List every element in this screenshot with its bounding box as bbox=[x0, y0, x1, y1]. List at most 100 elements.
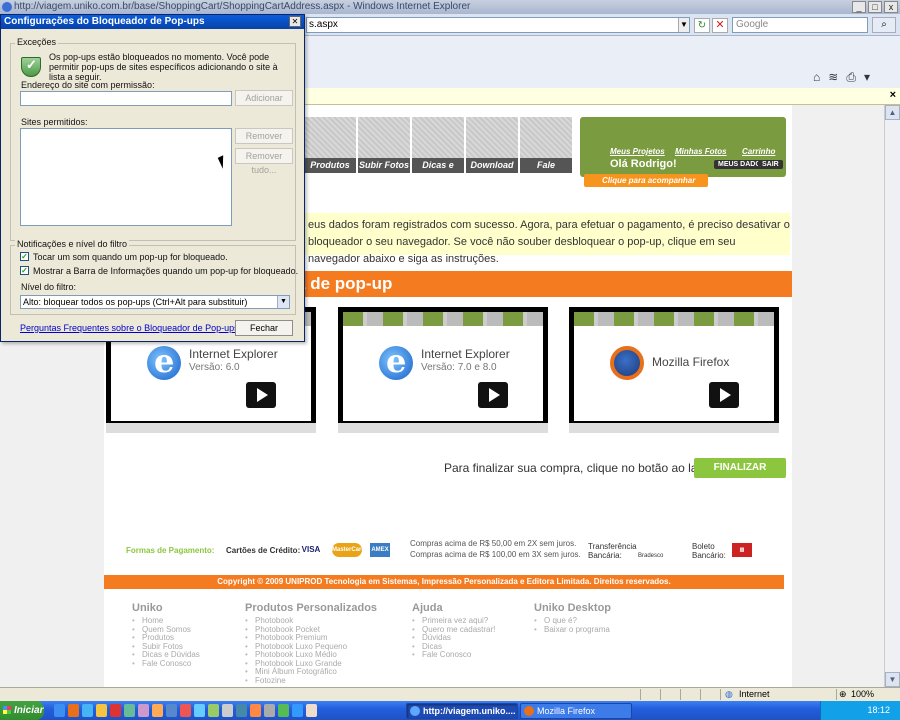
nav-produtos[interactable]: Produtos bbox=[304, 117, 356, 173]
allowed-sites-list[interactable] bbox=[20, 128, 232, 226]
quicklaunch-app-icon[interactable] bbox=[306, 704, 317, 717]
video-site-header bbox=[574, 312, 774, 326]
quicklaunch-messenger-icon[interactable] bbox=[82, 704, 93, 717]
scroll-up-icon[interactable]: ▲ bbox=[885, 105, 900, 120]
footer-heading: Uniko Desktop bbox=[534, 602, 612, 614]
footer-heading: Ajuda bbox=[412, 602, 443, 614]
taskbar: Iniciar http://viagem.uniko.... Mozilla … bbox=[0, 701, 900, 720]
refresh-icon[interactable]: ↻ bbox=[694, 18, 710, 33]
quicklaunch-app-icon[interactable] bbox=[180, 704, 191, 717]
quicklaunch-app-icon[interactable] bbox=[124, 704, 135, 717]
footer-link[interactable]: Fotozine bbox=[245, 676, 377, 686]
quicklaunch-app-icon[interactable] bbox=[236, 704, 247, 717]
remove-button[interactable]: Remover bbox=[235, 128, 293, 144]
home-icon[interactable]: ⌂ bbox=[813, 70, 820, 85]
command-icons: ⌂ ≋ ⎙ ▾ bbox=[813, 70, 870, 85]
quicklaunch-app-icon[interactable] bbox=[222, 704, 233, 717]
close-window-button[interactable]: x bbox=[884, 1, 898, 13]
sound-checkbox[interactable]: ✓ bbox=[20, 252, 29, 261]
quicklaunch-app-icon[interactable] bbox=[264, 704, 275, 717]
start-button[interactable]: Iniciar bbox=[0, 701, 44, 720]
footer-link[interactable]: Fale Conosco bbox=[132, 659, 200, 669]
follow-order-link[interactable]: Clique para acompanhar seu pedido bbox=[584, 174, 708, 198]
quicklaunch-app-icon[interactable] bbox=[208, 704, 219, 717]
video-firefox[interactable]: Mozilla Firefox bbox=[569, 307, 779, 433]
video-title: Internet Explorer bbox=[421, 347, 510, 361]
play-icon[interactable] bbox=[478, 382, 508, 408]
video-screen: Internet Explorer Versão: 7.0 e 8.0 bbox=[343, 312, 543, 421]
zoom-icon: ⊕ bbox=[839, 689, 847, 699]
filter-level-select[interactable]: Alto: bloquear todos os pop-ups (Ctrl+Al… bbox=[20, 295, 290, 309]
nav-label: Produtos bbox=[304, 158, 356, 173]
dialog-close-icon[interactable]: ✕ bbox=[289, 16, 301, 27]
infobar-close-icon[interactable]: × bbox=[890, 89, 896, 101]
quicklaunch-app-icon[interactable] bbox=[250, 704, 261, 717]
status-bar: ◍ Internet ⊕ 100% bbox=[0, 687, 900, 701]
nav-dicas[interactable]: Dicas e Dúvidas bbox=[412, 117, 464, 185]
quicklaunch-app-icon[interactable] bbox=[152, 704, 163, 717]
sound-checkbox-label: Tocar um som quando um pop-up for bloque… bbox=[33, 252, 228, 262]
stop-icon[interactable]: ✕ bbox=[712, 18, 728, 33]
feeds-icon[interactable]: ≋ bbox=[828, 70, 838, 85]
search-icon[interactable]: ⌕ bbox=[872, 17, 896, 33]
zoom-value: 100% bbox=[851, 689, 875, 699]
taskbar-item-firefox[interactable]: Mozilla Firefox bbox=[520, 703, 632, 719]
url-dropdown-icon[interactable]: ▼ bbox=[678, 18, 689, 32]
cart-link[interactable]: Carrinho bbox=[742, 147, 775, 156]
footer-column-ajuda: Ajuda Primeira vez aqui? Quero me cadast… bbox=[412, 602, 495, 660]
quicklaunch-app-icon[interactable] bbox=[166, 704, 177, 717]
video-version: Versão: 6.0 bbox=[189, 362, 240, 373]
quicklaunch-app-icon[interactable] bbox=[194, 704, 205, 717]
success-message: eus dados foram registrados com sucesso.… bbox=[304, 213, 790, 265]
quicklaunch-ie-icon[interactable] bbox=[54, 704, 65, 717]
video-controls[interactable] bbox=[569, 423, 779, 433]
add-button[interactable]: Adicionar bbox=[235, 90, 293, 106]
vertical-scrollbar[interactable]: ▲ ▼ bbox=[884, 105, 900, 687]
footer-link[interactable]: Fale Conosco bbox=[412, 650, 495, 660]
quicklaunch-firefox-icon[interactable] bbox=[68, 704, 79, 717]
quicklaunch-acrobat-icon[interactable] bbox=[110, 704, 121, 717]
footer-link[interactable]: Baixar o programa bbox=[534, 625, 611, 635]
chevron-down-icon[interactable]: ▼ bbox=[277, 296, 289, 308]
print-icon[interactable]: ⎙ bbox=[846, 70, 856, 85]
url-input[interactable]: s.aspx bbox=[306, 17, 690, 33]
quicklaunch-app-icon[interactable] bbox=[278, 704, 289, 717]
boleto-icon: ▥ bbox=[732, 543, 752, 557]
site-address-input[interactable] bbox=[20, 91, 232, 106]
filter-level-label: Nível do filtro: bbox=[21, 282, 77, 292]
filter-level-value: Alto: bloquear todos os pop-ups (Ctrl+Al… bbox=[23, 297, 248, 307]
video-ie7[interactable]: Internet Explorer Versão: 7.0 e 8.0 bbox=[338, 307, 548, 433]
close-button[interactable]: Fechar bbox=[235, 320, 293, 336]
firefox-icon bbox=[610, 346, 644, 380]
logout-button[interactable]: SAIR bbox=[758, 160, 783, 169]
zoom-control[interactable]: ⊕ 100% bbox=[836, 689, 886, 700]
play-icon[interactable] bbox=[709, 382, 739, 408]
notifications-group-label: Notificações e nível do filtro bbox=[15, 239, 130, 249]
nav-label: Dicas e Dúvidas bbox=[412, 158, 464, 185]
video-controls[interactable] bbox=[106, 423, 316, 433]
nav-subir-fotos[interactable]: Subir Fotos bbox=[358, 117, 410, 173]
maximize-button[interactable]: □ bbox=[868, 1, 882, 13]
scroll-down-icon[interactable]: ▼ bbox=[885, 672, 900, 687]
page-menu-icon[interactable]: ▾ bbox=[864, 70, 870, 85]
remove-all-button[interactable]: Remover tudo... bbox=[235, 148, 293, 175]
taskbar-item-ie[interactable]: http://viagem.uniko.... bbox=[406, 703, 518, 719]
my-projects-link[interactable]: Meus Projetos bbox=[610, 147, 665, 156]
nav-fale-conosco[interactable]: Fale Conosco bbox=[520, 117, 572, 185]
mastercard-icon: MasterCard bbox=[332, 543, 365, 557]
my-photos-link[interactable]: Minhas Fotos bbox=[675, 147, 727, 156]
amex-icon: AMEX bbox=[370, 543, 390, 557]
search-input[interactable]: Google bbox=[732, 17, 868, 33]
minimize-button[interactable]: _ bbox=[852, 1, 866, 13]
infobar-checkbox-label: Mostrar a Barra de Informações quando um… bbox=[33, 266, 299, 276]
video-controls[interactable] bbox=[338, 423, 548, 433]
status-segment bbox=[640, 689, 656, 700]
play-icon[interactable] bbox=[246, 382, 276, 408]
quicklaunch-app-icon[interactable] bbox=[138, 704, 149, 717]
infobar-checkbox[interactable]: ✓ bbox=[20, 266, 29, 275]
quicklaunch-app-icon[interactable] bbox=[292, 704, 303, 717]
nav-download[interactable]: Download bbox=[466, 117, 518, 173]
finalize-purchase-button[interactable]: FINALIZAR COMPRA bbox=[694, 458, 786, 493]
faq-link[interactable]: Perguntas Frequentes sobre o Bloqueador … bbox=[20, 323, 239, 333]
quicklaunch-folder-icon[interactable] bbox=[96, 704, 107, 717]
